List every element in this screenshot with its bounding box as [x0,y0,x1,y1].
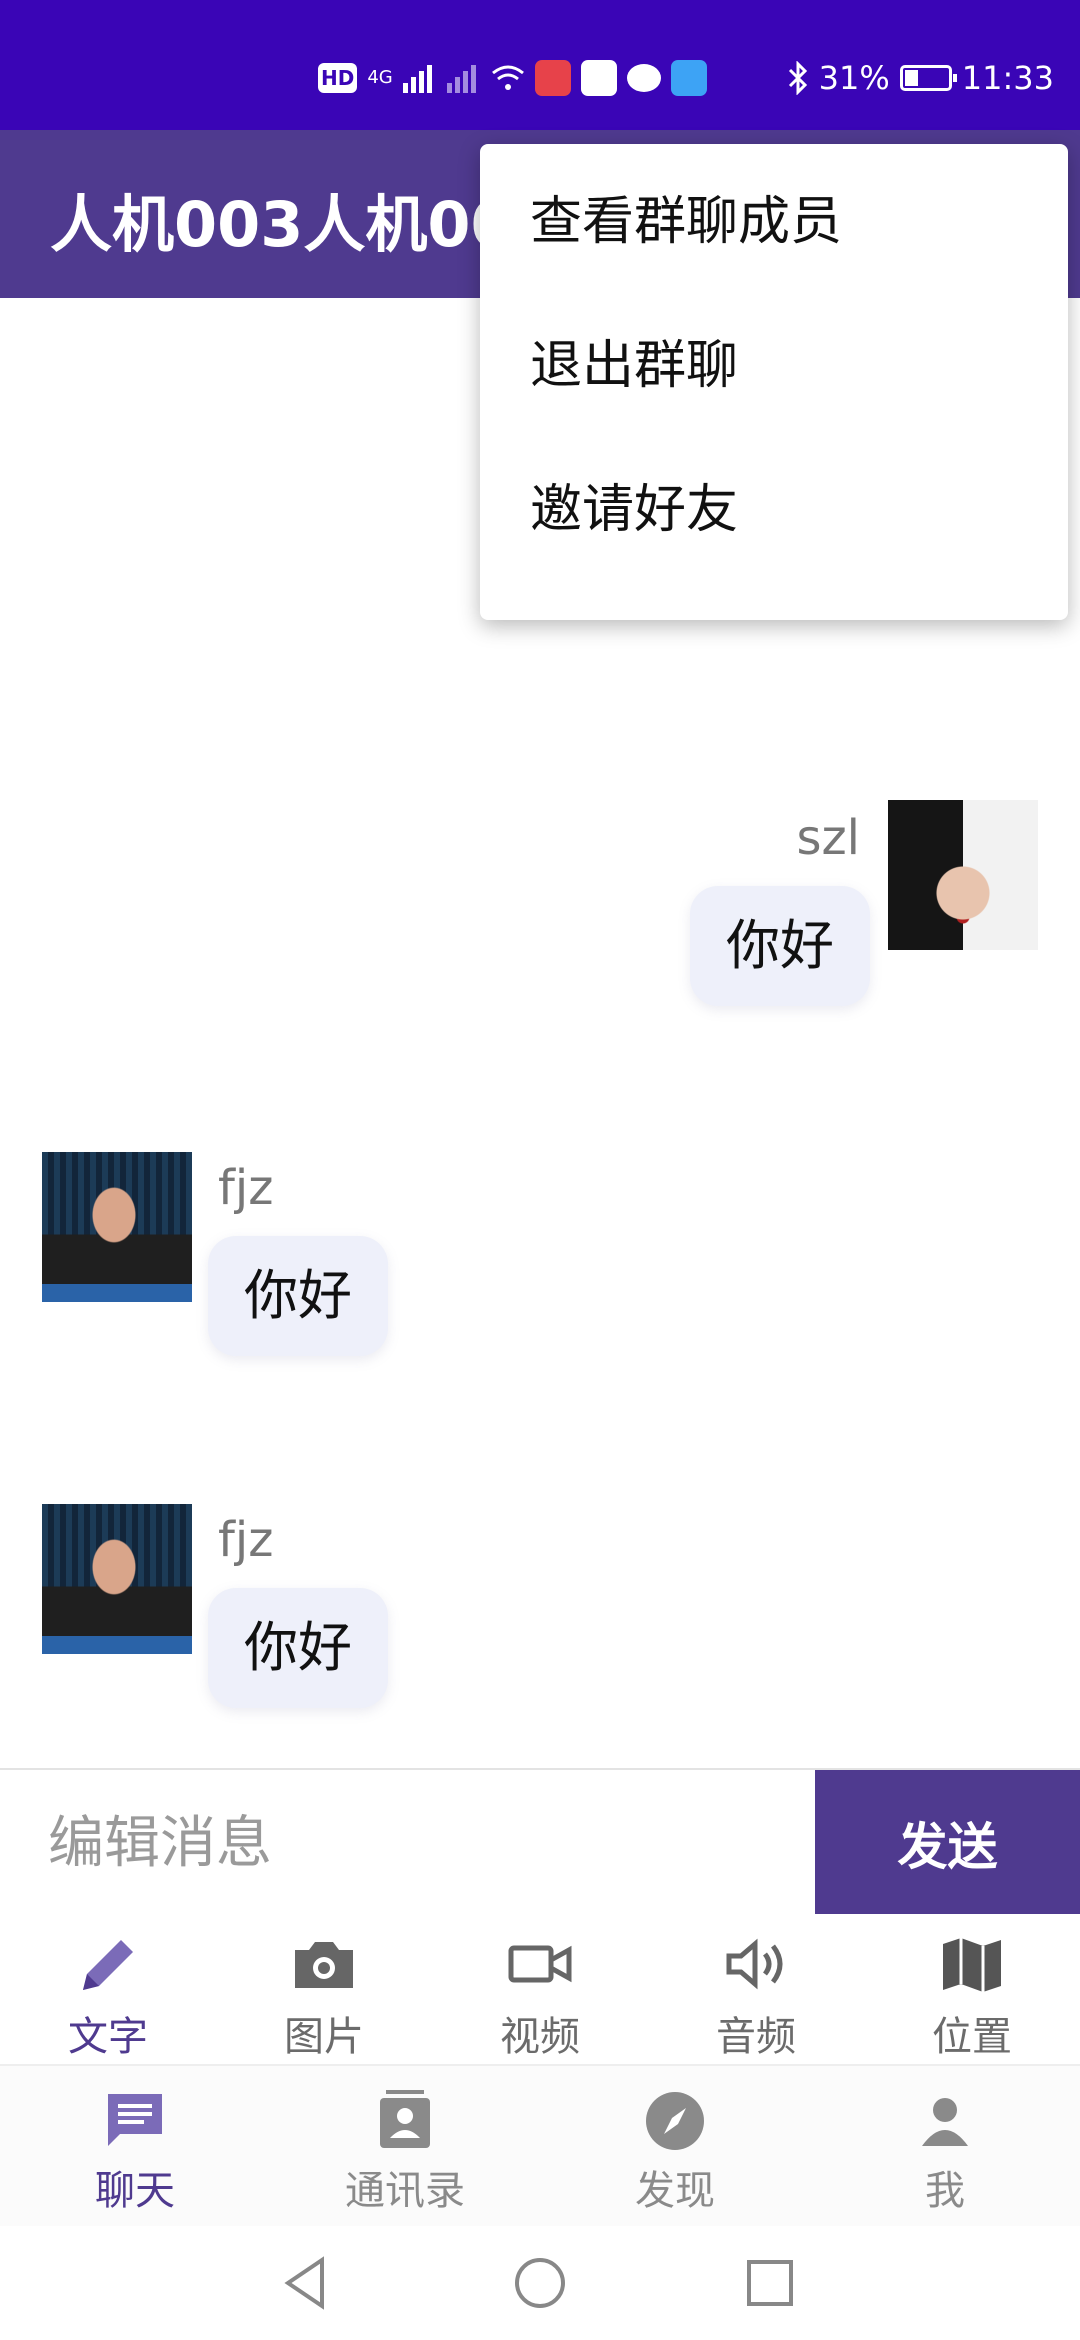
media-label: 位置 [932,2014,1012,2060]
chat-app-icon [580,60,617,96]
person-icon [922,2098,968,2146]
media-video-button[interactable]: 视频 [432,1914,648,2064]
battery-icon [899,65,957,91]
wifi-icon [491,65,524,90]
contacts-icon [380,2090,430,2148]
nav-label: 聊天 [95,2168,175,2214]
avatar[interactable] [888,800,1038,950]
recents-icon[interactable] [735,2248,805,2318]
message-bubble[interactable]: 你好 [208,1236,388,1356]
menu-item-view-members[interactable]: 查看群聊成员 [480,144,1068,288]
nav-item-contacts[interactable]: 通讯录 [270,2066,540,2228]
back-icon[interactable] [272,2248,342,2318]
media-location-button[interactable]: 位置 [864,1914,1080,2064]
message-input[interactable] [0,1770,815,1916]
sender-name: fjz [218,1512,274,1568]
status-bar: HD 4G 31% 11:33 [0,0,1080,130]
nav-item-discover[interactable]: 发现 [540,2066,810,2228]
bluetooth-icon [788,61,807,95]
chat-icon [108,2094,162,2146]
map-icon [943,1938,1001,1992]
nav-label: 我 [925,2168,965,2214]
signal-icon [402,65,432,93]
battery-percent: 31% [818,59,890,97]
media-audio-button[interactable]: 音频 [648,1914,864,2064]
menu-item-leave-group[interactable]: 退出群聊 [480,288,1068,432]
avatar[interactable] [42,1152,192,1302]
signal-icon [446,65,476,93]
home-icon[interactable] [505,2248,575,2318]
media-text-button[interactable]: 文字 [0,1914,216,2064]
media-image-button[interactable]: 图片 [216,1914,432,2064]
menu-item-invite-friends[interactable]: 邀请好友 [480,432,1068,576]
status-icons: HD 4G [318,58,707,98]
pencil-icon [83,1940,133,1990]
avatar[interactable] [42,1504,192,1654]
status-right: 31% 11:33 [787,56,1054,100]
sender-name: fjz [218,1160,274,1216]
message-icon [626,64,661,92]
speaker-icon [726,1938,783,1990]
nav-item-chat[interactable]: 聊天 [0,2066,270,2228]
sender-name: szl [796,810,860,866]
camera-icon [295,1942,353,1988]
nav-label: 发现 [635,2168,715,2214]
clock: 11:33 [961,59,1054,97]
media-label: 文字 [68,2014,148,2060]
compass-icon [646,2092,704,2150]
nav-label: 通讯录 [345,2168,465,2214]
bottom-nav: 聊天 通讯录 发现 我 [0,2064,1080,2228]
media-label: 图片 [284,2014,364,2060]
message-bubble[interactable]: 你好 [690,886,870,1006]
media-toolbar: 文字 图片 视频 音频 位置 [0,1914,1080,2064]
media-label: 音频 [716,2014,796,2060]
hd-icon: HD [318,63,358,93]
page-title: 人机003人机003 [50,188,490,261]
system-nav [0,2226,1080,2340]
composer: 发送 [0,1768,1080,1916]
overflow-menu: 查看群聊成员 退出群聊 邀请好友 [480,144,1068,620]
app-icon [670,60,707,96]
network-type-label: 4G [367,67,393,88]
send-button[interactable]: 发送 [815,1770,1080,1916]
huawei-app-icon [534,60,571,96]
nav-item-me[interactable]: 我 [810,2066,1080,2228]
media-label: 视频 [500,2014,580,2060]
message-bubble[interactable]: 你好 [208,1588,388,1708]
video-icon [508,1945,572,1983]
